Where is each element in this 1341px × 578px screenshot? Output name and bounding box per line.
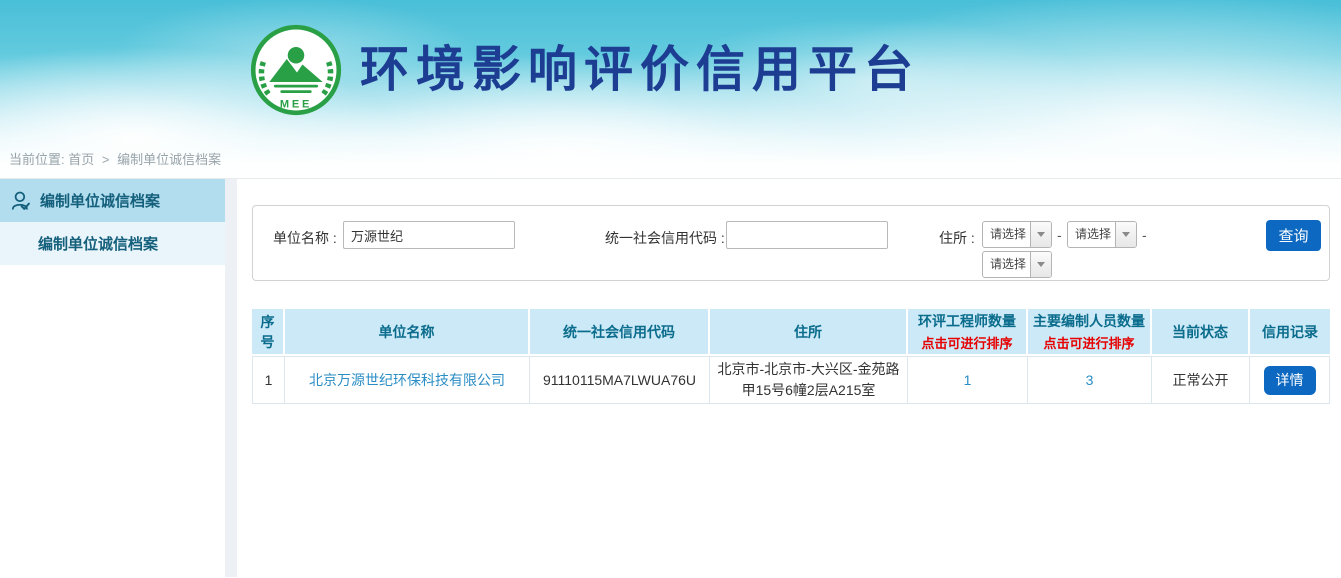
row-engineer-cell: 1 xyxy=(908,356,1028,404)
col-staff-count[interactable]: 主要编制人员数量 点击可进行排序 xyxy=(1028,309,1152,356)
col-engineer-count[interactable]: 环评工程师数量 点击可进行排序 xyxy=(908,309,1028,356)
col-seq: 序号 xyxy=(252,309,285,356)
row-credit-code: 91110115MA7LWUA76U xyxy=(530,356,710,404)
col-address: 住所 xyxy=(710,309,908,356)
search-panel: 单位名称 : 统一社会信用代码 : 住所 : 请选择 - 请选择 - 请选择 查… xyxy=(252,205,1330,281)
brand: MEE 环境影响评价信用平台 xyxy=(250,24,920,116)
col-company-name: 单位名称 xyxy=(285,309,530,356)
sidebar-item-label: 编制单位诚信档案 xyxy=(40,190,160,211)
breadcrumb-label: 当前位置: xyxy=(9,152,65,167)
breadcrumb-home-link[interactable]: 首页 xyxy=(68,152,94,167)
row-status: 正常公开 xyxy=(1152,356,1250,404)
detail-button[interactable]: 详情 xyxy=(1264,366,1316,395)
col-staff-count-label: 主要编制人员数量 xyxy=(1030,311,1148,331)
staff-sort-hint[interactable]: 点击可进行排序 xyxy=(1030,333,1148,352)
address-city-value[interactable]: 请选择 xyxy=(1068,222,1115,247)
col-credit-record: 信用记录 xyxy=(1250,309,1330,356)
address-city-select[interactable]: 请选择 xyxy=(1067,221,1137,248)
address-province-select[interactable]: 请选择 xyxy=(982,221,1052,248)
credit-code-input[interactable] xyxy=(726,221,888,249)
sidebar-item-credit-archive[interactable]: 编制单位诚信档案 xyxy=(0,179,225,222)
col-engineer-count-label: 环评工程师数量 xyxy=(910,311,1024,331)
breadcrumb-separator: > xyxy=(102,152,110,167)
main-panel: 单位名称 : 统一社会信用代码 : 住所 : 请选择 - 请选择 - 请选择 查… xyxy=(237,179,1341,577)
address-dash-2: - xyxy=(1142,227,1147,243)
address-dash-1: - xyxy=(1057,227,1062,243)
row-seq: 1 xyxy=(252,356,285,404)
row-address: 北京市-北京市-大兴区-金苑路甲15号6幢2层A215室 xyxy=(710,356,908,404)
page-title: 环境影响评价信用平台 xyxy=(360,24,920,116)
row-company-cell: 北京万源世纪环保科技有限公司 xyxy=(285,356,530,404)
chevron-down-icon[interactable] xyxy=(1030,252,1051,277)
row-staff-cell: 3 xyxy=(1028,356,1152,404)
table-row: 1 北京万源世纪环保科技有限公司 91110115MA7LWUA76U 北京市-… xyxy=(252,356,1330,404)
company-name-input[interactable] xyxy=(343,221,515,249)
breadcrumb-current: 编制单位诚信档案 xyxy=(117,152,221,167)
company-name-label: 单位名称 : xyxy=(273,228,337,248)
sidebar: 编制单位诚信档案 编制单位诚信档案 xyxy=(0,179,225,577)
user-check-icon xyxy=(10,190,32,212)
chevron-down-icon[interactable] xyxy=(1115,222,1136,247)
chevron-down-icon[interactable] xyxy=(1030,222,1051,247)
credit-code-label: 统一社会信用代码 : xyxy=(605,228,725,248)
col-status: 当前状态 xyxy=(1152,309,1250,356)
sidebar-subitem-label: 编制单位诚信档案 xyxy=(38,233,158,254)
staff-count-link[interactable]: 3 xyxy=(1086,372,1094,388)
address-province-value[interactable]: 请选择 xyxy=(983,222,1030,247)
col-credit-code: 统一社会信用代码 xyxy=(530,309,710,356)
engineer-count-link[interactable]: 1 xyxy=(964,372,972,388)
breadcrumb: 当前位置: 首页 > 编制单位诚信档案 xyxy=(0,142,1341,178)
mee-logo-icon: MEE xyxy=(250,24,342,116)
address-district-value[interactable]: 请选择 xyxy=(983,252,1030,277)
sidebar-divider xyxy=(225,179,237,577)
content-area: 编制单位诚信档案 编制单位诚信档案 单位名称 : 统一社会信用代码 : 住所 :… xyxy=(0,179,1341,577)
site-header: MEE 环境影响评价信用平台 当前位置: 首页 > 编制单位诚信档案 xyxy=(0,0,1341,179)
address-label: 住所 : xyxy=(939,228,975,248)
table-header-row: 序号 单位名称 统一社会信用代码 住所 环评工程师数量 点击可进行排序 主要编制… xyxy=(252,309,1330,356)
company-name-link[interactable]: 北京万源世纪环保科技有限公司 xyxy=(309,372,505,388)
logo-text: MEE xyxy=(280,99,312,111)
address-district-select[interactable]: 请选择 xyxy=(982,251,1052,278)
sidebar-subitem-credit-archive[interactable]: 编制单位诚信档案 xyxy=(0,222,225,265)
row-detail-cell: 详情 xyxy=(1250,356,1330,404)
results-table: 序号 单位名称 统一社会信用代码 住所 环评工程师数量 点击可进行排序 主要编制… xyxy=(252,309,1330,404)
query-button[interactable]: 查询 xyxy=(1266,220,1321,251)
engineer-sort-hint[interactable]: 点击可进行排序 xyxy=(910,333,1024,352)
